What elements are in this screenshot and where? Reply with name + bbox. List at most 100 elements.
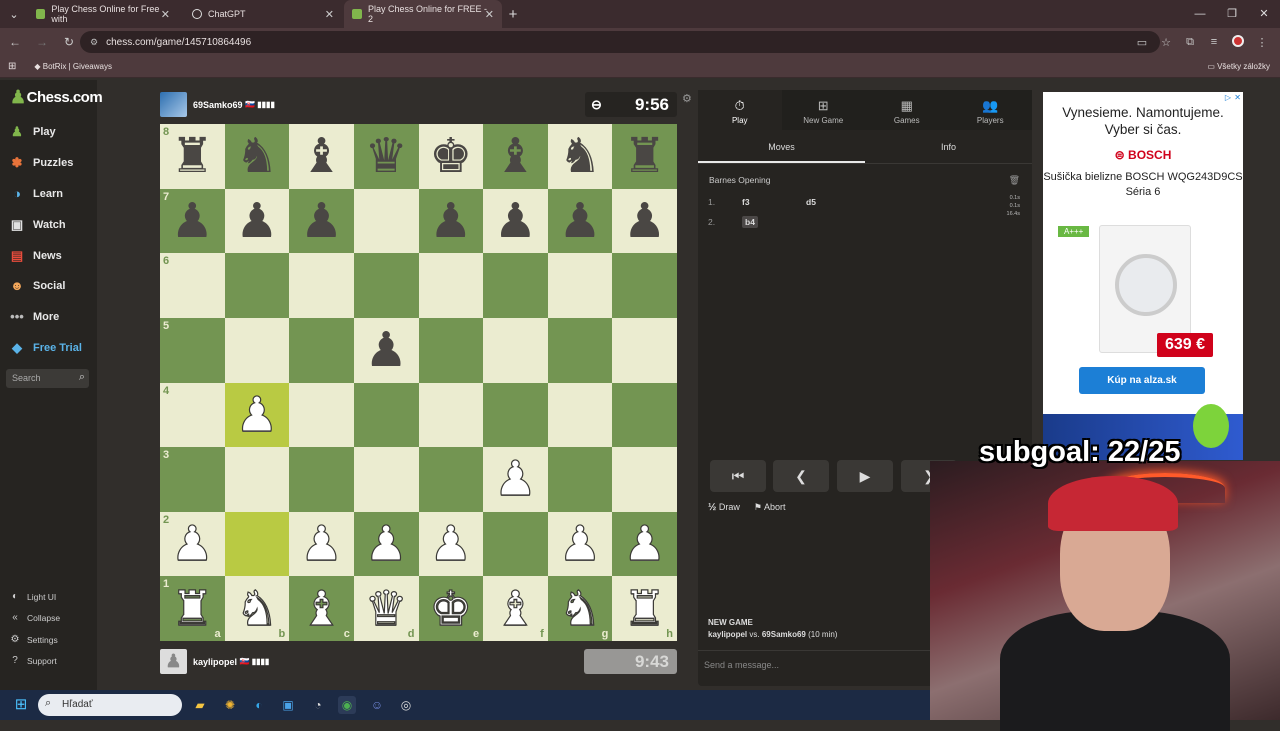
square-c8[interactable]: ♝	[289, 124, 354, 189]
white-pawn-icon[interactable]: ♟	[299, 519, 343, 568]
avatar[interactable]: ♟	[160, 649, 187, 674]
black-king-icon[interactable]: ♚	[429, 132, 472, 180]
close-window-button[interactable]: ✕	[1248, 0, 1280, 28]
browser-tab-chess-1[interactable]: Play Chess Online for Free with ✕	[28, 0, 178, 28]
square-d2[interactable]: ♟	[353, 511, 419, 577]
extensions-icon[interactable]: ⧉	[1178, 36, 1202, 49]
taskbar-search[interactable]: ⌕ Hľadať	[38, 694, 182, 716]
black-knight-icon[interactable]: ♞	[559, 132, 602, 180]
chess-logo[interactable]: ♟ Chess.com	[10, 87, 103, 108]
square-c7[interactable]: ♟	[289, 188, 354, 254]
light-ui-toggle[interactable]: ◐ Light UI	[9, 591, 56, 602]
profile-avatar[interactable]	[1226, 34, 1250, 50]
square-f4[interactable]	[483, 382, 548, 448]
square-e2[interactable]: ♟	[418, 511, 484, 577]
menu-dots-icon[interactable]: ⋮	[1250, 36, 1274, 49]
square-d4[interactable]	[353, 382, 419, 448]
square-h4[interactable]	[612, 382, 677, 448]
previous-move-button[interactable]: ❮	[773, 460, 829, 492]
white-bishop-icon[interactable]: ♝	[299, 584, 343, 633]
square-b4[interactable]: ♟	[224, 382, 290, 448]
file-explorer-icon[interactable]: ▰	[191, 696, 209, 714]
square-h2[interactable]: ♟	[612, 511, 677, 577]
move-black[interactable]: d5	[806, 197, 816, 207]
nav-free-trial[interactable]: ◆ Free Trial	[8, 340, 82, 356]
white-pawn-icon[interactable]: ♟	[558, 519, 602, 568]
white-rook-icon[interactable]: ♜	[623, 584, 667, 633]
black-rook-icon[interactable]: ♜	[623, 132, 666, 180]
my-name[interactable]: kaylipopel	[193, 657, 237, 667]
ad-choices-icon[interactable]: ▷	[1225, 93, 1231, 102]
nav-play[interactable]: ♟ Play	[8, 124, 55, 140]
abort-button[interactable]: ⚑ Abort	[754, 502, 786, 513]
forward-icon[interactable]: →	[30, 35, 54, 49]
white-pawn-icon[interactable]: ♟	[364, 519, 408, 568]
nav-news[interactable]: ▤ News	[8, 248, 62, 264]
square-b5[interactable]	[224, 317, 290, 383]
browser-tab-chatgpt[interactable]: ChatGPT ✕	[184, 0, 342, 28]
bookmark-item[interactable]: ◆ BotRix | Giveaways	[34, 62, 112, 71]
square-h1[interactable]: h ♜	[612, 576, 677, 641]
trash-icon[interactable]: 🗑	[1009, 175, 1020, 186]
restore-button[interactable]: ❐	[1216, 0, 1248, 28]
square-e6[interactable]	[418, 253, 484, 318]
square-h7[interactable]: ♟	[612, 188, 677, 254]
obs-icon[interactable]: ◎	[397, 696, 415, 714]
square-h3[interactable]	[612, 447, 677, 512]
apps-grid-icon[interactable]: ⊞	[8, 61, 16, 72]
square-b8[interactable]: ♞	[224, 124, 290, 189]
opponent-name[interactable]: 69Samko69	[193, 100, 243, 110]
square-b2[interactable]	[224, 511, 290, 577]
square-a1[interactable]: 1 a ♜	[160, 576, 225, 641]
square-f2[interactable]	[483, 511, 548, 577]
white-knight-icon[interactable]: ♞	[558, 584, 602, 633]
white-pawn-icon[interactable]: ♟	[623, 519, 667, 568]
white-knight-icon[interactable]: ♞	[235, 584, 279, 633]
settings-link[interactable]: ⚙ Settings	[9, 634, 58, 645]
square-f6[interactable]	[483, 253, 548, 318]
tab-games[interactable]: ▦ Games	[865, 90, 949, 130]
square-d1[interactable]: d ♛	[353, 576, 419, 641]
square-h5[interactable]	[612, 317, 677, 383]
minimize-button[interactable]: —	[1184, 0, 1216, 28]
white-pawn-icon[interactable]: ♟	[429, 519, 473, 568]
browser-tab-chess-active[interactable]: Play Chess Online for FREE - 2 ✕	[344, 0, 502, 28]
black-pawn-icon[interactable]: ♟	[429, 197, 472, 245]
subtab-moves[interactable]: Moves	[698, 130, 865, 163]
close-icon[interactable]: ✕	[161, 8, 170, 21]
new-tab-button[interactable]: +	[502, 6, 524, 23]
white-rook-icon[interactable]: ♜	[170, 584, 214, 633]
url-field[interactable]: ⚙ chess.com/game/145710864496	[80, 31, 1160, 53]
square-d7[interactable]	[353, 188, 419, 254]
nav-more[interactable]: ••• More	[8, 309, 59, 324]
white-pawn-icon[interactable]: ♟	[493, 455, 537, 504]
back-icon[interactable]: ←	[3, 35, 27, 49]
white-pawn-icon[interactable]: ♟	[170, 519, 214, 568]
square-d3[interactable]	[353, 447, 419, 512]
close-icon[interactable]: ✕	[485, 8, 494, 21]
square-c5[interactable]	[289, 317, 354, 383]
square-h6[interactable]	[612, 253, 677, 318]
close-icon[interactable]: ✕	[325, 8, 334, 21]
avatar[interactable]	[160, 92, 187, 117]
square-c1[interactable]: c ♝	[289, 576, 354, 641]
square-d8[interactable]: ♛	[353, 124, 419, 189]
square-f3[interactable]: ♟	[483, 447, 548, 512]
nav-social[interactable]: ☻ Social	[8, 278, 65, 293]
square-e5[interactable]	[418, 317, 484, 383]
square-a5[interactable]: 5	[160, 317, 225, 383]
site-info-icon[interactable]: ⚙	[90, 37, 98, 48]
black-bishop-icon[interactable]: ♝	[494, 132, 537, 180]
square-g5[interactable]	[547, 317, 613, 383]
square-g7[interactable]: ♟	[547, 188, 613, 254]
white-king-icon[interactable]: ♚	[429, 584, 473, 633]
ad-buy-button[interactable]: Kúp na alza.sk	[1079, 367, 1205, 394]
edge-icon[interactable]: ◐	[250, 696, 268, 714]
square-c3[interactable]	[289, 447, 354, 512]
square-a4[interactable]: 4	[160, 382, 225, 448]
app-icon[interactable]: ✺	[221, 696, 239, 714]
black-pawn-icon[interactable]: ♟	[559, 197, 602, 245]
subtab-info[interactable]: Info	[865, 130, 1032, 163]
square-g6[interactable]	[547, 253, 613, 318]
square-a8[interactable]: 8 ♜	[160, 124, 225, 189]
